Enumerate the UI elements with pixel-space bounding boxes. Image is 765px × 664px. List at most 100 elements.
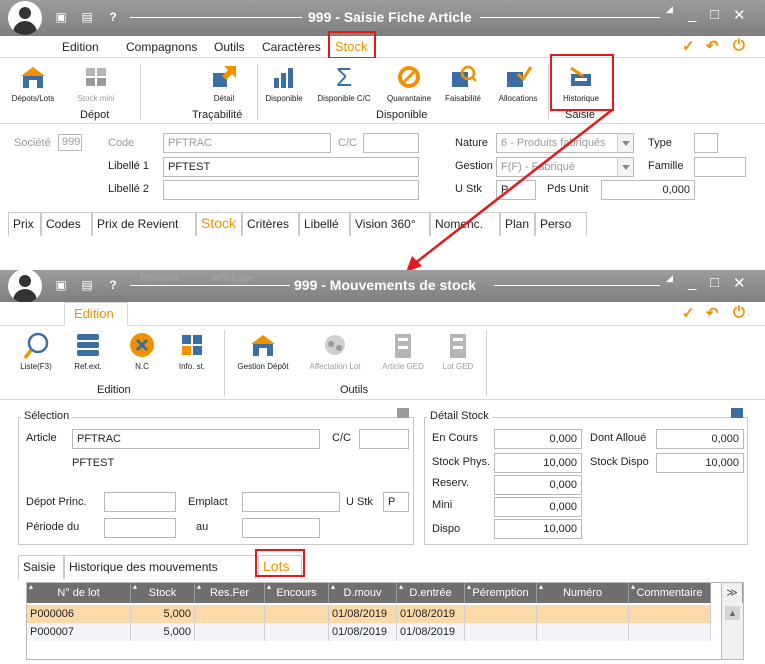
lot-gear-icon bbox=[321, 332, 349, 358]
col-header-numero[interactable]: Numéro bbox=[537, 577, 629, 603]
menu-arrow-icon[interactable]: ◢ bbox=[666, 273, 673, 284]
monitor-icon[interactable]: ▣ bbox=[54, 10, 68, 24]
undo-arrow-icon[interactable]: ↶ bbox=[706, 37, 719, 55]
minimize-icon[interactable]: _ bbox=[688, 274, 696, 291]
close-icon[interactable]: ✕ bbox=[733, 6, 746, 24]
ref-ext-button[interactable]: Ref.ext. bbox=[68, 332, 108, 371]
nc-button[interactable]: N.C bbox=[126, 332, 158, 371]
col-header-dmouv[interactable]: D.mouv bbox=[329, 577, 397, 603]
user-avatar-icon[interactable] bbox=[8, 269, 42, 303]
lot-ged-button[interactable]: Lot GED bbox=[438, 332, 478, 371]
libelle1-field[interactable]: PFTEST bbox=[163, 157, 419, 177]
menu-outils[interactable]: Outils bbox=[214, 40, 245, 54]
disponible-cc-button[interactable]: Σ Disponible C/C bbox=[316, 64, 372, 103]
vertical-scrollbar[interactable]: ▲ bbox=[721, 603, 743, 659]
highlight-box-historique bbox=[550, 54, 614, 111]
quarantaine-label: Quarantaine bbox=[386, 94, 432, 103]
ustk-label: U Stk bbox=[346, 496, 373, 508]
monitor-icon[interactable]: ▣ bbox=[54, 278, 68, 292]
disponible-button[interactable]: Disponible bbox=[263, 64, 305, 103]
ustk-field[interactable]: P bbox=[383, 492, 409, 512]
tab-historique-mouvements[interactable]: Historique des mouvements bbox=[64, 555, 256, 579]
detail-button[interactable]: Détail bbox=[204, 64, 244, 103]
col-header-dentree[interactable]: D.entrée bbox=[397, 577, 465, 603]
group-edition-label: Edition bbox=[97, 384, 131, 396]
dont-alloue-field[interactable]: 0,000 bbox=[656, 429, 744, 449]
article-field[interactable]: PFTRAC bbox=[72, 429, 320, 449]
col-header-resfer[interactable]: Res.Fer bbox=[195, 577, 265, 603]
power-icon[interactable]: ⏻ bbox=[733, 37, 745, 54]
bottom-titlebar: ▣ ▤ ? Révision Affichage 999 - Mouvement… bbox=[0, 269, 765, 303]
societe-field[interactable]: 999 bbox=[58, 134, 82, 151]
validate-check-icon[interactable]: ✓ bbox=[682, 304, 695, 322]
quarantaine-button[interactable]: Quarantaine bbox=[384, 64, 434, 103]
emplact-field[interactable] bbox=[242, 492, 340, 512]
allocations-button[interactable]: Allocations bbox=[494, 64, 542, 103]
gestion-depot-button[interactable]: Gestion Dépôt bbox=[236, 332, 290, 371]
scroll-up-icon[interactable]: ▲ bbox=[725, 606, 740, 620]
tab-libelle[interactable]: Libellé bbox=[299, 212, 350, 236]
top-tabs: Prix Codes Prix de Revient Stock Critère… bbox=[0, 212, 765, 236]
faisabilite-button[interactable]: Faisabilité bbox=[442, 64, 484, 103]
menu-edition-tab[interactable]: Edition bbox=[64, 302, 128, 326]
col-header-lot[interactable]: N° de lot bbox=[27, 577, 131, 603]
menu-caracteres[interactable]: Caractères bbox=[262, 40, 321, 54]
info-st-button[interactable]: Info. st. bbox=[174, 332, 210, 371]
table-row[interactable]: P000006 5,000 01/08/2019 01/08/2019 bbox=[27, 605, 711, 623]
tab-prix-de-revient[interactable]: Prix de Revient bbox=[92, 212, 196, 236]
encours-field[interactable]: 0,000 bbox=[494, 429, 582, 449]
box-icon[interactable] bbox=[397, 408, 409, 418]
libelle2-field[interactable] bbox=[163, 180, 419, 200]
power-icon[interactable]: ⏻ bbox=[733, 304, 745, 321]
col-header-commentaire[interactable]: Commentaire bbox=[629, 577, 711, 603]
table-row[interactable]: P000007 5,000 01/08/2019 01/08/2019 bbox=[27, 623, 711, 641]
cell-dentree: 01/08/2019 bbox=[397, 623, 465, 641]
minimize-icon[interactable]: _ bbox=[688, 6, 696, 23]
mini-field[interactable]: 0,000 bbox=[494, 497, 582, 517]
menu-edition[interactable]: Edition bbox=[62, 40, 99, 54]
menu-compagnons[interactable]: Compagnons bbox=[126, 40, 197, 54]
undo-arrow-icon[interactable]: ↶ bbox=[706, 304, 719, 322]
tab-saisie[interactable]: Saisie bbox=[18, 555, 64, 579]
tab-codes[interactable]: Codes bbox=[41, 212, 92, 236]
periode-to-field[interactable] bbox=[242, 518, 320, 538]
stock-mini-button[interactable]: Stock mini bbox=[73, 64, 119, 103]
menu-arrow-icon[interactable]: ◢ bbox=[666, 4, 673, 15]
liste-button[interactable]: Liste(F3) bbox=[18, 332, 54, 371]
help-icon[interactable]: ? bbox=[106, 10, 120, 24]
reserv-field[interactable]: 0,000 bbox=[494, 475, 582, 495]
tab-stock[interactable]: Stock bbox=[196, 212, 242, 236]
stock-icon[interactable] bbox=[731, 408, 743, 418]
maximize-icon[interactable]: □ bbox=[710, 6, 719, 23]
famille-field[interactable] bbox=[694, 157, 746, 177]
clipboard-icon[interactable]: ▤ bbox=[80, 278, 94, 292]
prohibited-icon bbox=[395, 64, 423, 90]
col-header-encours[interactable]: Encours bbox=[265, 577, 329, 603]
article-ged-button[interactable]: Article GED bbox=[380, 332, 426, 371]
stock-dispo-field[interactable]: 10,000 bbox=[656, 453, 744, 473]
type-field[interactable] bbox=[694, 133, 718, 153]
code-field[interactable]: PFTRAC bbox=[163, 133, 331, 153]
validate-check-icon[interactable]: ✓ bbox=[682, 37, 695, 55]
maximize-icon[interactable]: □ bbox=[710, 274, 719, 291]
depots-lots-button[interactable]: Dépots/Lots bbox=[10, 64, 56, 103]
clipboard-icon[interactable]: ▤ bbox=[80, 10, 94, 24]
dispo-field[interactable]: 10,000 bbox=[494, 519, 582, 539]
close-icon[interactable]: ✕ bbox=[733, 274, 746, 292]
stock-phys-field[interactable]: 10,000 bbox=[494, 453, 582, 473]
col-header-stock[interactable]: Stock bbox=[131, 577, 195, 603]
info-st-label: Info. st. bbox=[178, 362, 206, 371]
depot-princ-field[interactable] bbox=[104, 492, 176, 512]
tab-prix[interactable]: Prix bbox=[8, 212, 41, 236]
column-chooser-icon[interactable]: ≫ bbox=[721, 577, 743, 603]
col-header-peremption[interactable]: Péremption bbox=[465, 577, 537, 603]
top-ribbon: Dépots/Lots Stock mini Dépot Détail Traç… bbox=[0, 58, 765, 124]
disponible-cc-label: Disponible C/C bbox=[317, 94, 371, 103]
tab-criteres[interactable]: Critères bbox=[242, 212, 299, 236]
periode-from-field[interactable] bbox=[104, 518, 176, 538]
cc-field[interactable] bbox=[359, 429, 409, 449]
selection-title: Sélection bbox=[21, 410, 73, 422]
user-avatar-icon[interactable] bbox=[8, 1, 42, 35]
affectation-lot-button[interactable]: Affectation Lot bbox=[306, 332, 364, 371]
help-icon[interactable]: ? bbox=[106, 278, 120, 292]
